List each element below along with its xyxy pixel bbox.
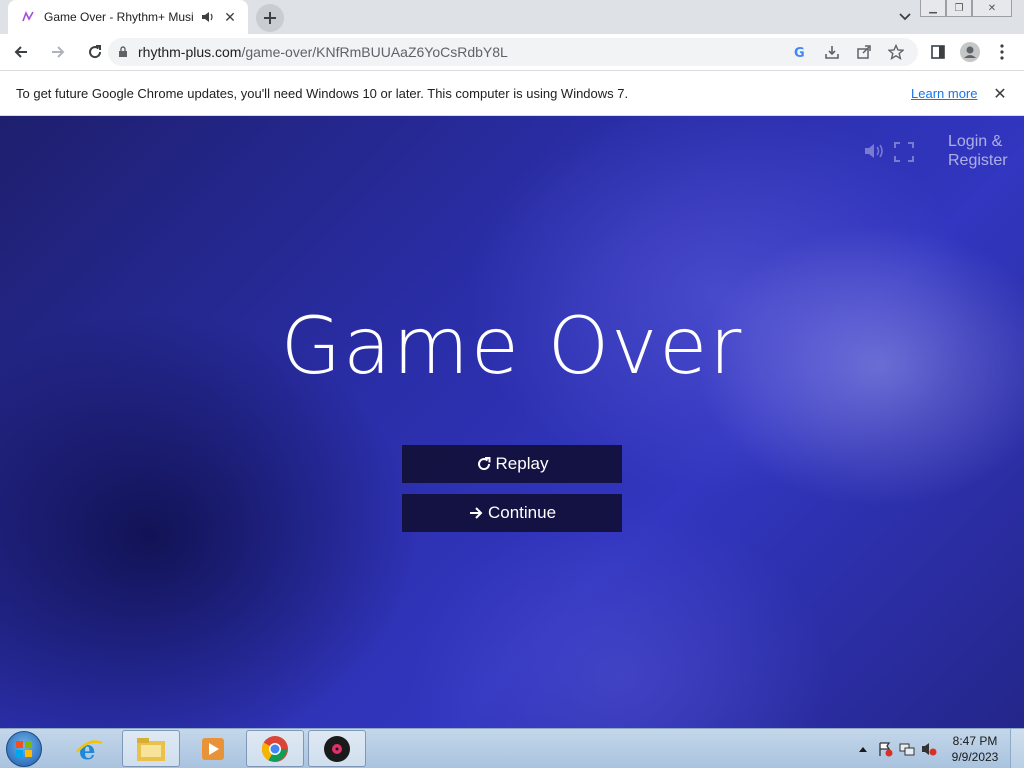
login-register-link[interactable]: Login & Register [948, 132, 1008, 170]
learn-more-link[interactable]: Learn more [911, 86, 977, 101]
replay-icon [476, 456, 492, 472]
page-title: Game Over [280, 302, 744, 392]
browser-tab[interactable]: Game Over - Rhythm+ Musi ✕ [8, 0, 248, 34]
address-bar[interactable]: rhythm-plus.com /game-over/KNfRmBUUAaZ6Y… [108, 38, 918, 66]
game-over-page: Login & Register Game Over Replay Contin… [0, 116, 1024, 728]
internet-explorer-icon: e [76, 736, 103, 764]
windows-logo-icon [16, 741, 32, 757]
taskbar-clock[interactable]: 8:47 PM 9/9/2023 [940, 733, 1010, 765]
taskbar-chrome[interactable] [246, 730, 304, 767]
show-hidden-icons-icon[interactable] [852, 738, 874, 760]
restore-button[interactable]: ❐ [946, 0, 972, 17]
folder-icon [137, 737, 165, 761]
arrow-left-icon [14, 46, 27, 58]
network-icon[interactable] [896, 738, 918, 760]
page-controls [864, 142, 914, 167]
profile-avatar-icon[interactable] [954, 36, 986, 68]
volume-icon[interactable] [864, 142, 886, 167]
toolbar-right [922, 36, 1018, 68]
menu-kebab-icon[interactable] [986, 36, 1018, 68]
plus-icon [264, 12, 276, 24]
show-desktop-button[interactable] [1010, 729, 1024, 768]
browser-toolbar: rhythm-plus.com /game-over/KNfRmBUUAaZ6Y… [0, 34, 1024, 70]
lock-icon[interactable] [108, 46, 138, 58]
action-center-flag-icon[interactable] [874, 738, 896, 760]
infobar-message: To get future Google Chrome updates, you… [16, 85, 629, 101]
reload-icon [89, 45, 102, 59]
svg-text:G: G [794, 46, 805, 59]
rhythm-plus-favicon-icon [20, 9, 36, 25]
back-button[interactable] [5, 36, 37, 68]
url-path: /game-over/KNfRmBUUAaZ6YoCsRdbY8L [241, 44, 508, 60]
chevron-down-icon [899, 13, 911, 21]
windows-taskbar: e 8:47 PM 9/9/2023 [0, 728, 1024, 768]
continue-label: Continue [487, 503, 557, 522]
system-tray: 8:47 PM 9/9/2023 [852, 729, 1024, 768]
clock-time: 8:47 PM [952, 734, 998, 748]
minimize-button[interactable]: ▁ [920, 0, 946, 17]
google-lens-icon[interactable]: G [784, 45, 816, 59]
taskbar-media-player[interactable] [184, 730, 242, 767]
bookmark-star-icon[interactable] [880, 44, 912, 60]
media-player-icon [202, 737, 224, 760]
chrome-icon [261, 735, 288, 762]
side-panel-icon[interactable] [922, 36, 954, 68]
reload-button[interactable] [79, 36, 111, 68]
taskbar-music-app[interactable] [308, 730, 366, 767]
start-button[interactable] [6, 731, 42, 767]
share-icon[interactable] [848, 44, 880, 60]
url-host: rhythm-plus.com [138, 44, 242, 60]
tab-title: Game Over - Rhythm+ Musi [44, 10, 194, 24]
speaker-icon[interactable] [200, 9, 216, 25]
new-tab-button[interactable] [256, 4, 284, 32]
login-line: Login & [948, 133, 1003, 150]
tab-strip: Game Over - Rhythm+ Musi ✕ ▁ ❐ ✕ [0, 0, 1024, 34]
tab-close-icon[interactable]: ✕ [222, 9, 238, 25]
continue-button[interactable]: Continue [402, 494, 622, 532]
tab-search-button[interactable] [893, 6, 917, 28]
taskbar-internet-explorer[interactable]: e [60, 730, 118, 767]
register-line: Register [948, 152, 1008, 169]
forward-button[interactable] [42, 36, 74, 68]
update-infobar: To get future Google Chrome updates, you… [0, 70, 1024, 116]
taskbar-file-explorer[interactable] [122, 730, 180, 767]
arrow-right-icon [468, 505, 484, 521]
svg-text:e: e [79, 736, 96, 764]
vinyl-record-icon [324, 735, 350, 762]
replay-label: Replay [495, 454, 549, 473]
clock-date: 9/9/2023 [951, 750, 999, 764]
window-controls: ▁ ❐ ✕ [920, 0, 1012, 17]
arrow-right-icon [52, 46, 65, 58]
volume-muted-icon[interactable] [918, 738, 940, 760]
infobar-close-icon[interactable]: ✕ [990, 84, 1010, 104]
replay-button[interactable]: Replay [402, 445, 622, 483]
window-close-button[interactable]: ✕ [972, 0, 1012, 17]
install-app-icon[interactable] [816, 44, 848, 60]
fullscreen-icon[interactable] [894, 142, 914, 167]
